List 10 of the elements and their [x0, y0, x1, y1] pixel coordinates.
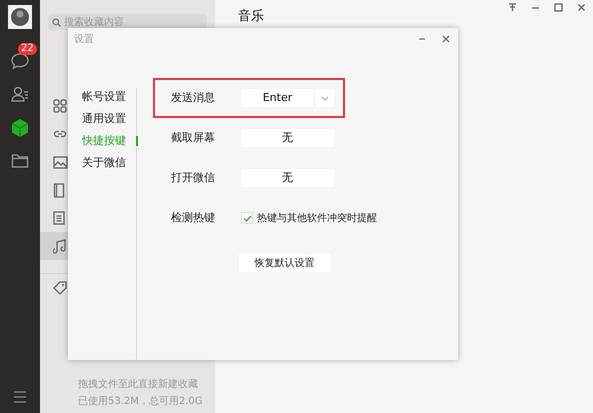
storage-note: 拖拽文件至此直接新建收藏	[78, 378, 199, 392]
shortcut-label: 发送消息	[171, 90, 216, 106]
shortcut-label: 检测热键	[171, 210, 216, 226]
storage-note: 已使用53.2M，总可用2.0G	[78, 394, 204, 409]
shortcut-label: 打开微信	[171, 170, 216, 186]
unread-badge: 22	[18, 43, 37, 55]
checkbox-label: 热键与其他软件冲突时提醒	[257, 212, 378, 226]
shortcut-label: 截取屏幕	[171, 130, 216, 146]
page-title: 音乐	[238, 9, 264, 25]
dialog-title: 设置	[74, 32, 94, 46]
